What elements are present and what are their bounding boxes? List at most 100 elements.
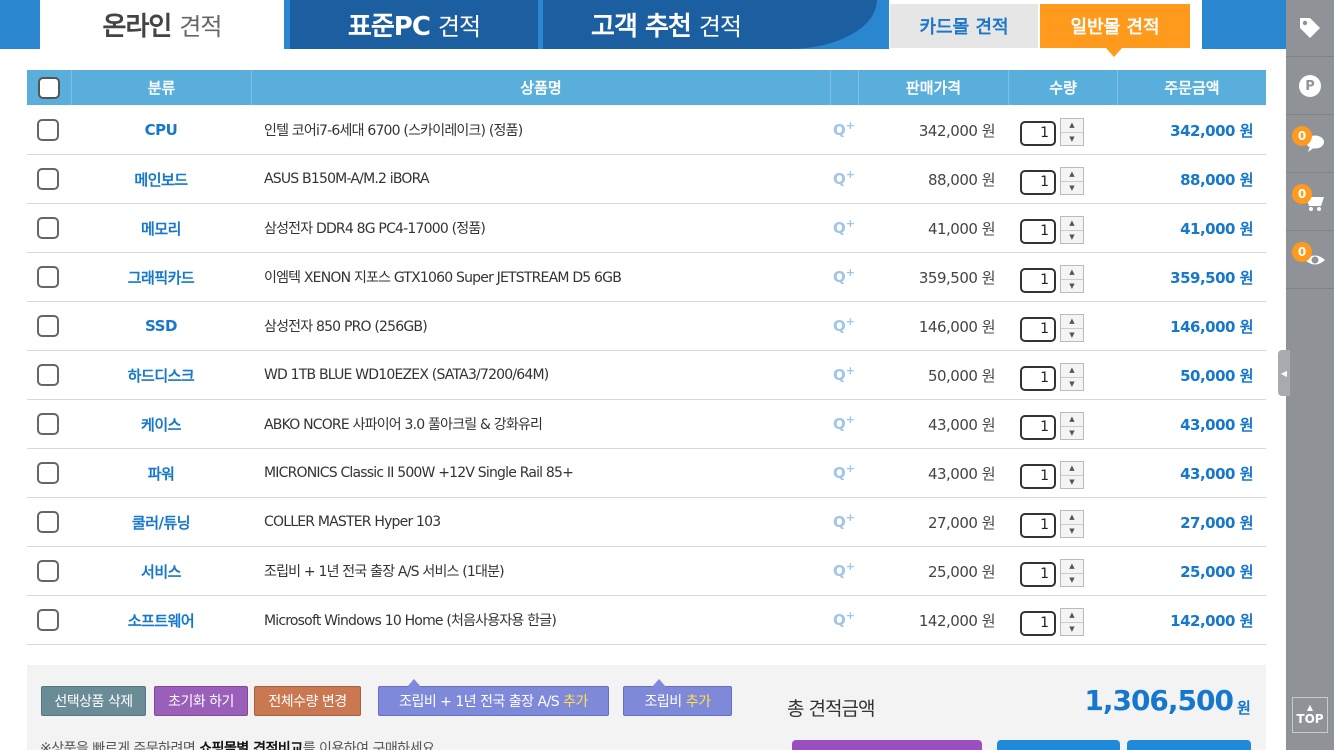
zoom-plus-icon[interactable]: Q + xyxy=(833,449,855,497)
row-product-name[interactable]: ASUS B150M-A/M.2 iBORA xyxy=(264,155,824,203)
quantity-input[interactable]: 1 xyxy=(1020,610,1056,636)
row-checkbox[interactable] xyxy=(37,119,59,141)
quantity-input[interactable]: 1 xyxy=(1020,267,1056,293)
quantity-down-icon[interactable]: ▼ xyxy=(1061,329,1083,342)
row-checkbox[interactable] xyxy=(37,609,59,631)
quantity-up-icon[interactable]: ▲ xyxy=(1061,364,1083,378)
zoom-plus-icon[interactable]: Q + xyxy=(833,253,855,301)
row-product-name[interactable]: Microsoft Windows 10 Home (처음사용자용 한글) xyxy=(264,596,824,644)
row-checkbox[interactable] xyxy=(37,364,59,386)
tab-online-estimate[interactable]: 온라인 견적 xyxy=(40,0,284,49)
row-category-link[interactable]: 쿨러/튜닝 xyxy=(71,498,251,546)
add-assembly-as-button[interactable]: 조립비 + 1년 전국 출장 A/S 추가 xyxy=(378,679,609,716)
quantity-stepper[interactable]: ▲ ▼ xyxy=(1060,216,1084,244)
row-product-name[interactable]: ABKO NCORE 사파이어 3.0 풀아크릴 & 강화유리 xyxy=(264,400,824,448)
sidebar-cart[interactable]: 0 xyxy=(1286,174,1334,231)
quantity-input[interactable]: 1 xyxy=(1020,463,1056,489)
zoom-plus-icon[interactable]: Q + xyxy=(833,302,855,350)
tab-general-mall[interactable]: 일반몰 견적 xyxy=(1040,4,1190,57)
quantity-stepper[interactable]: ▲ ▼ xyxy=(1060,167,1084,195)
quantity-input[interactable]: 1 xyxy=(1020,218,1056,244)
row-category-link[interactable]: 하드디스크 xyxy=(71,351,251,399)
quantity-down-icon[interactable]: ▼ xyxy=(1061,574,1083,587)
zoom-plus-icon[interactable]: Q + xyxy=(833,155,855,203)
tab-customer-recommend-estimate[interactable]: 고객 추천 견적 xyxy=(543,0,789,49)
add-assembly-button[interactable]: 조립비 추가 xyxy=(623,679,732,716)
quantity-down-icon[interactable]: ▼ xyxy=(1061,133,1083,146)
quantity-stepper[interactable]: ▲ ▼ xyxy=(1060,118,1084,146)
row-category-link[interactable]: CPU xyxy=(71,106,251,154)
action-button-blue-2[interactable] xyxy=(1127,740,1251,750)
zoom-plus-icon[interactable]: Q + xyxy=(833,351,855,399)
sidebar-tag[interactable] xyxy=(1286,0,1334,57)
row-category-link[interactable]: SSD xyxy=(71,302,251,350)
row-checkbox[interactable] xyxy=(37,315,59,337)
change-all-quantity-button[interactable]: 전체수량 변경 xyxy=(254,686,361,716)
row-category-link[interactable]: 케이스 xyxy=(71,400,251,448)
tab-standard-pc-estimate[interactable]: 표준PC 견적 xyxy=(290,0,538,49)
compare-link[interactable]: 쇼핑몰별 견적비교 xyxy=(199,741,303,750)
quantity-stepper[interactable]: ▲ ▼ xyxy=(1060,461,1084,489)
row-checkbox[interactable] xyxy=(37,413,59,435)
sidebar-collapse-toggle[interactable]: ◀ xyxy=(1278,350,1290,396)
quantity-stepper[interactable]: ▲ ▼ xyxy=(1060,265,1084,293)
quantity-input[interactable]: 1 xyxy=(1020,561,1056,587)
row-category-link[interactable]: 그래픽카드 xyxy=(71,253,251,301)
row-product-name[interactable]: COLLER MASTER Hyper 103 xyxy=(264,498,824,546)
quantity-stepper[interactable]: ▲ ▼ xyxy=(1060,510,1084,538)
row-checkbox[interactable] xyxy=(37,168,59,190)
quantity-up-icon[interactable]: ▲ xyxy=(1061,462,1083,476)
sidebar-recent-view[interactable]: 0 xyxy=(1286,232,1334,289)
zoom-plus-icon[interactable]: Q + xyxy=(833,106,855,154)
quantity-up-icon[interactable]: ▲ xyxy=(1061,119,1083,133)
delete-selected-button[interactable]: 선택상품 삭제 xyxy=(41,686,146,716)
quantity-input[interactable]: 1 xyxy=(1020,512,1056,538)
quantity-stepper[interactable]: ▲ ▼ xyxy=(1060,412,1084,440)
quantity-down-icon[interactable]: ▼ xyxy=(1061,427,1083,440)
zoom-plus-icon[interactable]: Q + xyxy=(833,547,855,595)
quantity-stepper[interactable]: ▲ ▼ xyxy=(1060,314,1084,342)
row-product-name[interactable]: WD 1TB BLUE WD10EZEX (SATA3/7200/64M) xyxy=(264,351,824,399)
row-category-link[interactable]: 메인보드 xyxy=(71,155,251,203)
quantity-down-icon[interactable]: ▼ xyxy=(1061,623,1083,636)
quantity-input[interactable]: 1 xyxy=(1020,120,1056,146)
row-checkbox[interactable] xyxy=(37,462,59,484)
row-category-link[interactable]: 파워 xyxy=(71,449,251,497)
quantity-up-icon[interactable]: ▲ xyxy=(1061,315,1083,329)
row-product-name[interactable]: 인텔 코어i7-6세대 6700 (스카이레이크) (정품) xyxy=(264,106,824,154)
tab-card-mall[interactable]: 카드몰 견적 xyxy=(890,4,1038,48)
scroll-top-button[interactable]: ▲ TOP xyxy=(1292,697,1328,733)
row-product-name[interactable]: 삼성전자 DDR4 8G PC4-17000 (정품) xyxy=(264,204,824,252)
quantity-up-icon[interactable]: ▲ xyxy=(1061,560,1083,574)
quantity-down-icon[interactable]: ▼ xyxy=(1061,280,1083,293)
row-checkbox[interactable] xyxy=(37,217,59,239)
quantity-up-icon[interactable]: ▲ xyxy=(1061,511,1083,525)
row-product-name[interactable]: 이엠텍 XENON 지포스 GTX1060 Super JETSTREAM D5… xyxy=(264,253,824,301)
quantity-down-icon[interactable]: ▼ xyxy=(1061,182,1083,195)
row-category-link[interactable]: 메모리 xyxy=(71,204,251,252)
row-product-name[interactable]: 조립비 + 1년 전국 출장 A/S 서비스 (1대분) xyxy=(264,547,824,595)
zoom-plus-icon[interactable]: Q + xyxy=(833,596,855,644)
quantity-up-icon[interactable]: ▲ xyxy=(1061,217,1083,231)
action-button-purple[interactable] xyxy=(792,740,982,750)
action-button-blue-1[interactable] xyxy=(997,740,1120,750)
row-category-link[interactable]: 서비스 xyxy=(71,547,251,595)
quantity-down-icon[interactable]: ▼ xyxy=(1061,476,1083,489)
quantity-up-icon[interactable]: ▲ xyxy=(1061,413,1083,427)
quantity-stepper[interactable]: ▲ ▼ xyxy=(1060,559,1084,587)
select-all-checkbox[interactable] xyxy=(38,76,60,99)
quantity-down-icon[interactable]: ▼ xyxy=(1061,231,1083,244)
row-category-link[interactable]: 소프트웨어 xyxy=(71,596,251,644)
quantity-down-icon[interactable]: ▼ xyxy=(1061,378,1083,391)
quantity-up-icon[interactable]: ▲ xyxy=(1061,609,1083,623)
quantity-input[interactable]: 1 xyxy=(1020,414,1056,440)
quantity-input[interactable]: 1 xyxy=(1020,365,1056,391)
sidebar-chat[interactable]: 0 xyxy=(1286,116,1334,173)
quantity-down-icon[interactable]: ▼ xyxy=(1061,525,1083,538)
row-product-name[interactable]: 삼성전자 850 PRO (256GB) xyxy=(264,302,824,350)
quantity-up-icon[interactable]: ▲ xyxy=(1061,266,1083,280)
reset-button[interactable]: 초기화 하기 xyxy=(154,686,248,716)
quantity-input[interactable]: 1 xyxy=(1020,316,1056,342)
row-checkbox[interactable] xyxy=(37,511,59,533)
quantity-up-icon[interactable]: ▲ xyxy=(1061,168,1083,182)
